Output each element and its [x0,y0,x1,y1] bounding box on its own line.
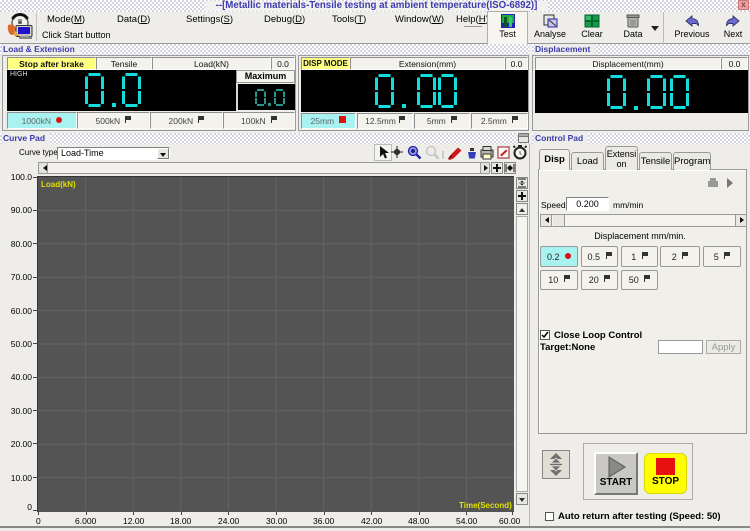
svg-text:Time(Second): Time(Second) [459,501,512,510]
svg-text:Load(kN): Load(kN) [41,180,76,189]
